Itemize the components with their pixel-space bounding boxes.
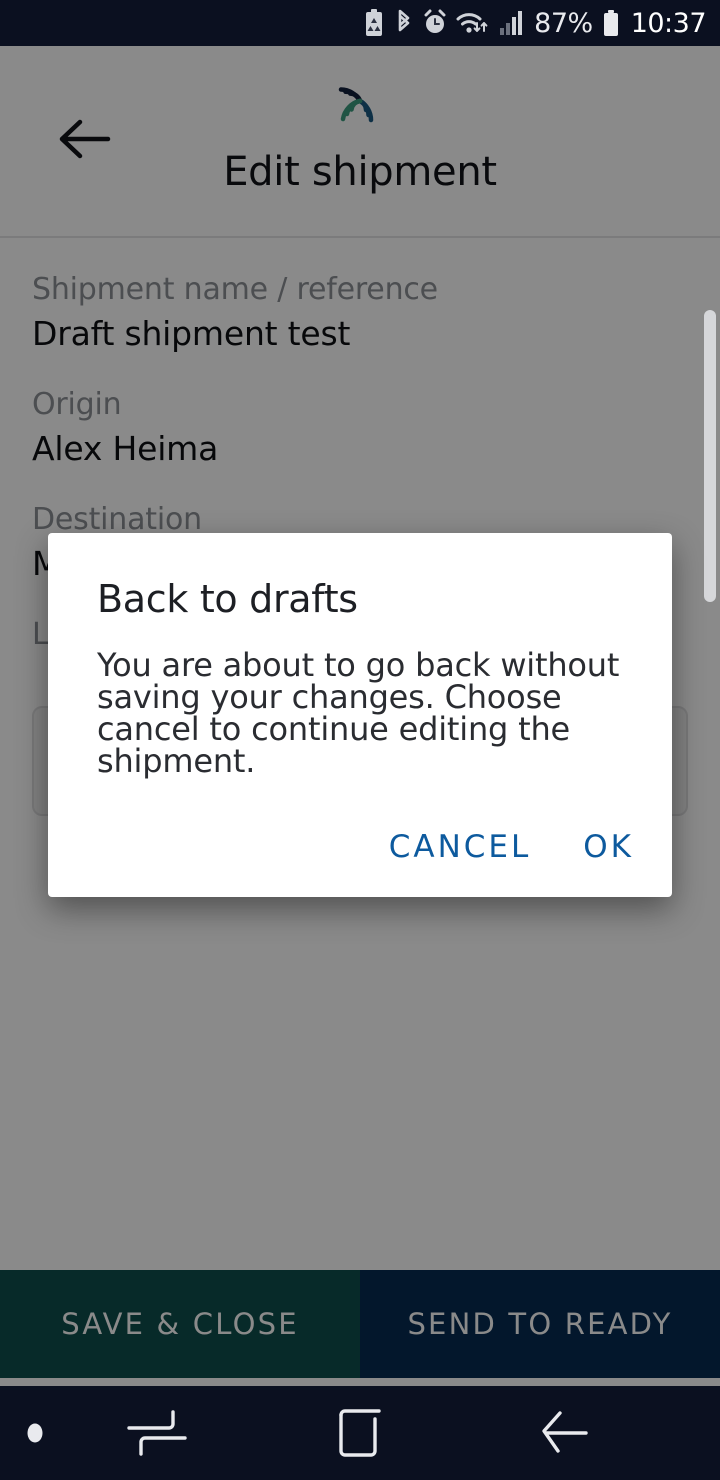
cancel-button[interactable]: CANCEL <box>387 825 534 869</box>
home-icon[interactable] <box>327 1407 393 1459</box>
dialog-message: You are about to go back without saving … <box>97 646 620 780</box>
notification-dot-icon <box>27 1423 43 1443</box>
ok-button[interactable]: OK <box>581 825 636 869</box>
battery-saver-icon <box>363 9 385 37</box>
battery-percent-label: 87% <box>534 7 593 39</box>
dialog-actions: CANCEL OK <box>48 825 636 869</box>
status-clock: 10:37 <box>630 7 707 39</box>
bluetooth-icon <box>394 9 414 37</box>
vertical-scrollbar[interactable] <box>704 310 716 602</box>
cellular-signal-icon <box>499 9 525 37</box>
wifi-icon <box>456 9 490 37</box>
back-to-drafts-dialog: Back to drafts You are about to go back … <box>48 533 672 897</box>
battery-icon <box>602 9 620 37</box>
phone-screen: 87% 10:37 Edit shipment Shipment name / … <box>0 0 720 1480</box>
nav-back-icon[interactable] <box>530 1407 592 1459</box>
system-navigation-bar <box>0 1386 720 1480</box>
dialog-title: Back to drafts <box>97 577 358 621</box>
status-bar: 87% 10:37 <box>0 0 720 46</box>
recent-apps-icon[interactable] <box>125 1408 189 1458</box>
alarm-icon <box>423 9 447 37</box>
